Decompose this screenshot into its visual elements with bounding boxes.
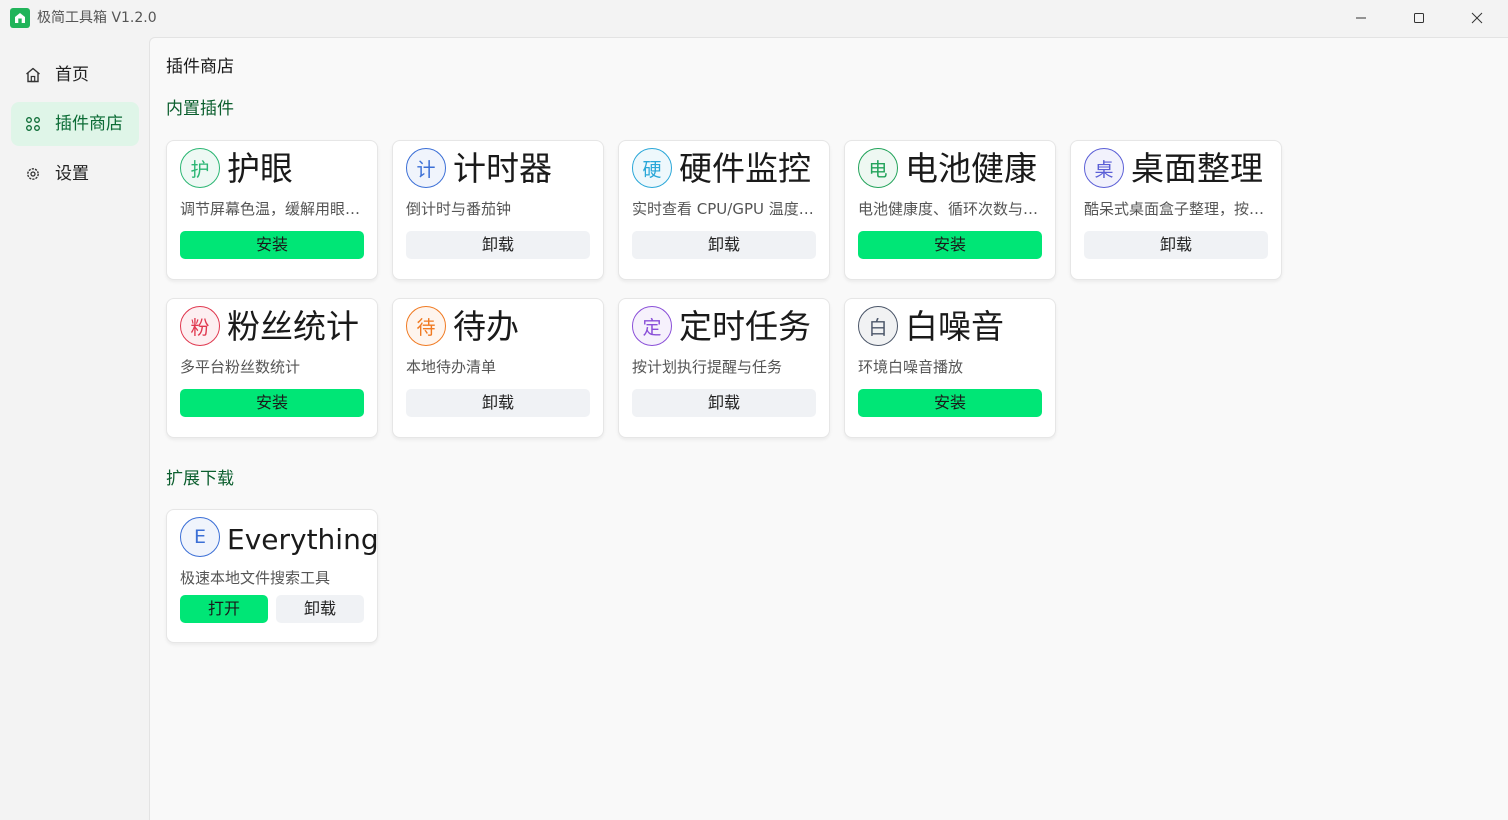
plugin-badge-icon: 待 <box>406 306 446 346</box>
section-title-builtin: 内置插件 <box>166 99 234 119</box>
plugin-description: 按计划执行提醒与任务 <box>632 358 783 376</box>
plugin-description: 本地待办清单 <box>406 358 497 376</box>
uninstall-button[interactable]: 卸载 <box>1084 231 1268 259</box>
sidebar-item-label: 设置 <box>55 164 89 184</box>
maximize-icon <box>1414 13 1424 23</box>
close-button[interactable] <box>1448 0 1506 36</box>
plugin-badge-icon: E <box>180 517 220 557</box>
plugin-badge-icon: 粉 <box>180 306 220 346</box>
uninstall-button[interactable]: 卸载 <box>406 389 590 417</box>
uninstall-button[interactable]: 卸载 <box>406 231 590 259</box>
plugin-name: 护眼 <box>227 149 293 188</box>
plugin-card: 硬 硬件监控 实时查看 CPU/GPU 温度… 卸载 <box>618 140 830 280</box>
main-content: 插件商店 内置插件 护 护眼 调节屏幕色温，缓解用眼… 安装 计 计时器 倒计时… <box>149 37 1508 820</box>
app-window: 极简工具箱 V1.2.0 首页 插件商店 设置 插件商店 内置插件 护 护眼 调… <box>0 0 1508 820</box>
plugin-card: 待 待办 本地待办清单 卸载 <box>392 298 604 438</box>
gear-icon <box>27 168 39 180</box>
plugin-description: 酷呆式桌面盒子整理，按… <box>1084 200 1265 218</box>
plugin-badge-icon: 定 <box>632 306 672 346</box>
plugin-description: 多平台粉丝数统计 <box>180 358 301 376</box>
minimize-button[interactable] <box>1332 0 1390 36</box>
plugin-description: 实时查看 CPU/GPU 温度… <box>632 200 814 218</box>
install-button[interactable]: 安装 <box>858 389 1042 417</box>
plugin-name: 定时任务 <box>679 307 811 346</box>
plugin-description: 环境白噪音播放 <box>858 358 964 376</box>
plugin-card: 粉 粉丝统计 多平台粉丝数统计 安装 <box>166 298 378 438</box>
sidebar-item-label: 首页 <box>55 65 89 85</box>
home-icon <box>26 67 40 83</box>
plugin-badge-icon: 硬 <box>632 148 672 188</box>
plugin-name: 白噪音 <box>905 307 1004 346</box>
page-title: 插件商店 <box>166 57 234 77</box>
uninstall-button[interactable]: 卸载 <box>632 231 816 259</box>
grid-icon <box>26 117 40 131</box>
install-button[interactable]: 安装 <box>858 231 1042 259</box>
close-icon <box>1471 12 1483 24</box>
plugin-badge-icon: 白 <box>858 306 898 346</box>
plugin-card: 桌 桌面整理 酷呆式桌面盒子整理，按… 卸载 <box>1070 140 1282 280</box>
plugin-card: 定 定时任务 按计划执行提醒与任务 卸载 <box>618 298 830 438</box>
app-logo-icon <box>10 8 30 28</box>
open-button[interactable]: 打开 <box>180 595 268 623</box>
sidebar-item-settings[interactable]: 设置 <box>11 152 139 196</box>
plugin-name: 桌面整理 <box>1131 149 1263 188</box>
plugin-description: 电池健康度、循环次数与… <box>858 200 1039 218</box>
plugin-card: E Everything 极速本地文件搜索工具 打开 卸载 <box>166 509 379 643</box>
install-button[interactable]: 安装 <box>180 389 364 417</box>
plugin-card: 电 电池健康 电池健康度、循环次数与… 安装 <box>844 140 1056 280</box>
uninstall-button[interactable]: 卸载 <box>632 389 816 417</box>
plugin-badge-icon: 护 <box>180 148 220 188</box>
title-bar[interactable]: 极简工具箱 V1.2.0 <box>0 0 1508 36</box>
plugin-name: 电池健康 <box>905 149 1037 188</box>
plugin-card: 白 白噪音 环境白噪音播放 安装 <box>844 298 1056 438</box>
plugin-name: 计时器 <box>453 149 552 188</box>
plugin-card: 护 护眼 调节屏幕色温，缓解用眼… 安装 <box>166 140 378 280</box>
plugin-badge-icon: 电 <box>858 148 898 188</box>
plugin-name: Everything <box>227 523 379 556</box>
plugin-description: 倒计时与番茄钟 <box>406 200 512 218</box>
section-title-extensions: 扩展下载 <box>166 469 234 489</box>
install-button[interactable]: 安装 <box>180 231 364 259</box>
sidebar: 首页 插件商店 设置 <box>8 37 149 820</box>
plugin-badge-icon: 计 <box>406 148 446 188</box>
maximize-button[interactable] <box>1390 0 1448 36</box>
plugin-name: 待办 <box>453 307 519 346</box>
minimize-icon <box>1356 17 1366 19</box>
sidebar-item-plugin-store[interactable]: 插件商店 <box>11 102 139 146</box>
uninstall-button[interactable]: 卸载 <box>276 595 364 623</box>
sidebar-item-label: 插件商店 <box>55 114 123 134</box>
plugin-description: 极速本地文件搜索工具 <box>180 569 331 587</box>
plugin-card: 计 计时器 倒计时与番茄钟 卸载 <box>392 140 604 280</box>
plugin-name: 粉丝统计 <box>227 307 359 346</box>
plugin-badge-icon: 桌 <box>1084 148 1124 188</box>
plugin-description: 调节屏幕色温，缓解用眼… <box>180 200 361 218</box>
window-title: 极简工具箱 V1.2.0 <box>37 10 157 26</box>
sidebar-item-home[interactable]: 首页 <box>11 53 139 97</box>
plugin-name: 硬件监控 <box>679 149 811 188</box>
